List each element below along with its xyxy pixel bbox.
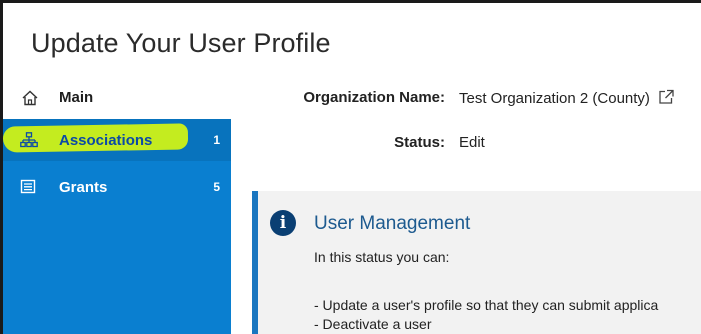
- info-bullet-update: - Update a user's profile so that they c…: [314, 297, 659, 313]
- sitemap-icon: [20, 132, 38, 148]
- external-link-icon[interactable]: [658, 89, 675, 109]
- sidebar-nav-list: Associations 1 Grants 5: [2, 119, 231, 334]
- organization-label: Organization Name:: [303, 89, 445, 106]
- grants-count-badge: 5: [213, 180, 220, 194]
- sidebar-item-associations[interactable]: Associations 1: [2, 119, 231, 161]
- info-icon: i: [270, 210, 296, 236]
- sidebar-item-associations-label: Associations: [59, 132, 153, 149]
- info-intro: In this status you can:: [314, 249, 450, 265]
- organization-row: Organization Name: Test Organization 2 (…: [288, 89, 701, 111]
- sidebar-item-grants[interactable]: Grants 5: [3, 166, 231, 208]
- sidebar-item-grants-label: Grants: [59, 179, 108, 196]
- status-row: Status: Edit: [288, 134, 588, 156]
- status-value: Edit: [459, 134, 485, 151]
- sidebar: Main Associations 1 Grants 5: [2, 78, 231, 334]
- info-bullet-deactivate: - Deactivate a user: [314, 316, 432, 332]
- user-management-info-panel: i User Management In this status you can…: [252, 191, 701, 334]
- page-title: Update Your User Profile: [31, 28, 331, 58]
- associations-count-badge: 1: [213, 133, 220, 147]
- info-title: User Management: [314, 213, 471, 234]
- home-icon: [21, 89, 39, 107]
- organization-name: Test Organization 2 (County): [459, 90, 650, 107]
- list-icon: [20, 179, 38, 195]
- sidebar-item-main[interactable]: Main: [3, 78, 231, 119]
- status-label: Status:: [394, 134, 445, 151]
- organization-value: Test Organization 2 (County): [459, 89, 675, 109]
- frame-top-border: [0, 0, 701, 3]
- sidebar-item-main-label: Main: [59, 89, 94, 106]
